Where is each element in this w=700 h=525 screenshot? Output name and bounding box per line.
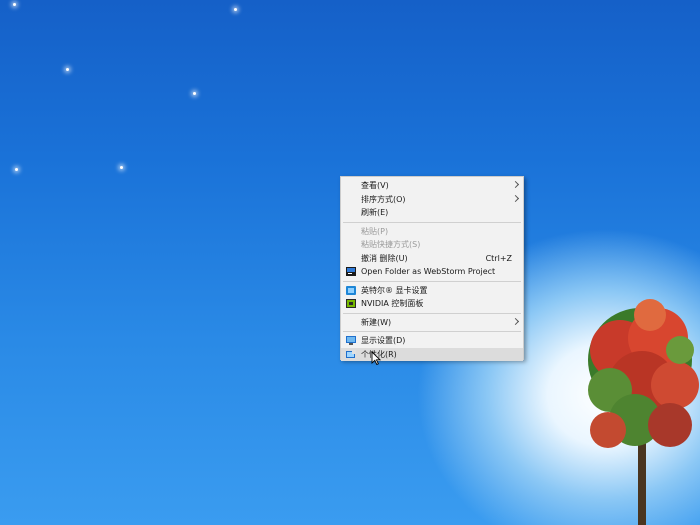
menu-item-personalize[interactable]: 个性化(R) bbox=[341, 347, 523, 361]
star-sparkle bbox=[193, 92, 196, 95]
menu-item-label: NVIDIA 控制面板 bbox=[361, 299, 424, 308]
webstorm-icon bbox=[346, 267, 356, 276]
menu-item-label: 排序方式(O) bbox=[361, 194, 406, 204]
menu-item-undo-delete[interactable]: 撤消 删除(U) Ctrl+Z bbox=[341, 252, 523, 266]
menu-item-sort-by[interactable]: 排序方式(O) bbox=[341, 193, 523, 207]
menu-item-nvidia-control-panel[interactable]: NVIDIA 控制面板 bbox=[341, 297, 523, 311]
menu-item-label: 显示设置(D) bbox=[361, 336, 406, 345]
star-sparkle bbox=[13, 3, 16, 6]
mouse-cursor-icon bbox=[371, 351, 381, 365]
menu-item-label: 粘贴(P) bbox=[361, 226, 389, 236]
chevron-right-icon bbox=[511, 194, 520, 202]
menu-separator bbox=[343, 331, 521, 332]
nvidia-icon bbox=[346, 299, 356, 308]
menu-item-label: 英特尔® 显卡设置 bbox=[361, 285, 428, 295]
menu-item-refresh[interactable]: 刷新(E) bbox=[341, 206, 523, 220]
menu-separator bbox=[343, 312, 521, 314]
chevron-right-icon bbox=[511, 317, 520, 325]
menu-item-label: Open Folder as WebStorm Project bbox=[361, 267, 496, 276]
shortcut-text: Ctrl+Z bbox=[485, 253, 512, 263]
menu-item-open-webstorm[interactable]: Open Folder as WebStorm Project bbox=[341, 265, 523, 279]
menu-item-label: 撤消 删除(U) bbox=[361, 253, 408, 263]
menu-item-display-settings[interactable]: 显示设置(D) bbox=[341, 334, 523, 348]
menu-item-label: 新建(W) bbox=[361, 317, 392, 327]
intel-graphics-icon bbox=[346, 285, 356, 295]
display-settings-icon bbox=[346, 336, 356, 345]
menu-separator bbox=[343, 221, 521, 223]
star-sparkle bbox=[15, 168, 18, 171]
menu-item-intel-graphics[interactable]: 英特尔® 显卡设置 bbox=[341, 284, 523, 298]
menu-item-paste: 粘贴(P) bbox=[341, 225, 523, 239]
menu-item-paste-shortcut: 粘贴快捷方式(S) bbox=[341, 238, 523, 252]
desktop-context-menu: 查看(V) 排序方式(O) 刷新(E) 粘贴(P) 粘贴快捷方式(S) 撤消 删… bbox=[340, 176, 524, 361]
tree-wallpaper-image bbox=[588, 299, 699, 525]
chevron-right-icon bbox=[511, 180, 520, 189]
menu-separator bbox=[343, 280, 521, 282]
menu-item-label: 粘贴快捷方式(S) bbox=[361, 240, 421, 249]
star-sparkle bbox=[234, 8, 237, 11]
menu-item-label: 刷新(E) bbox=[361, 208, 389, 217]
personalize-icon bbox=[346, 349, 356, 358]
star-sparkle bbox=[120, 166, 123, 169]
menu-item-new[interactable]: 新建(W) bbox=[341, 316, 523, 330]
menu-item-label: 查看(V) bbox=[361, 181, 389, 190]
menu-item-view[interactable]: 查看(V) bbox=[341, 179, 523, 193]
star-sparkle bbox=[66, 68, 69, 71]
